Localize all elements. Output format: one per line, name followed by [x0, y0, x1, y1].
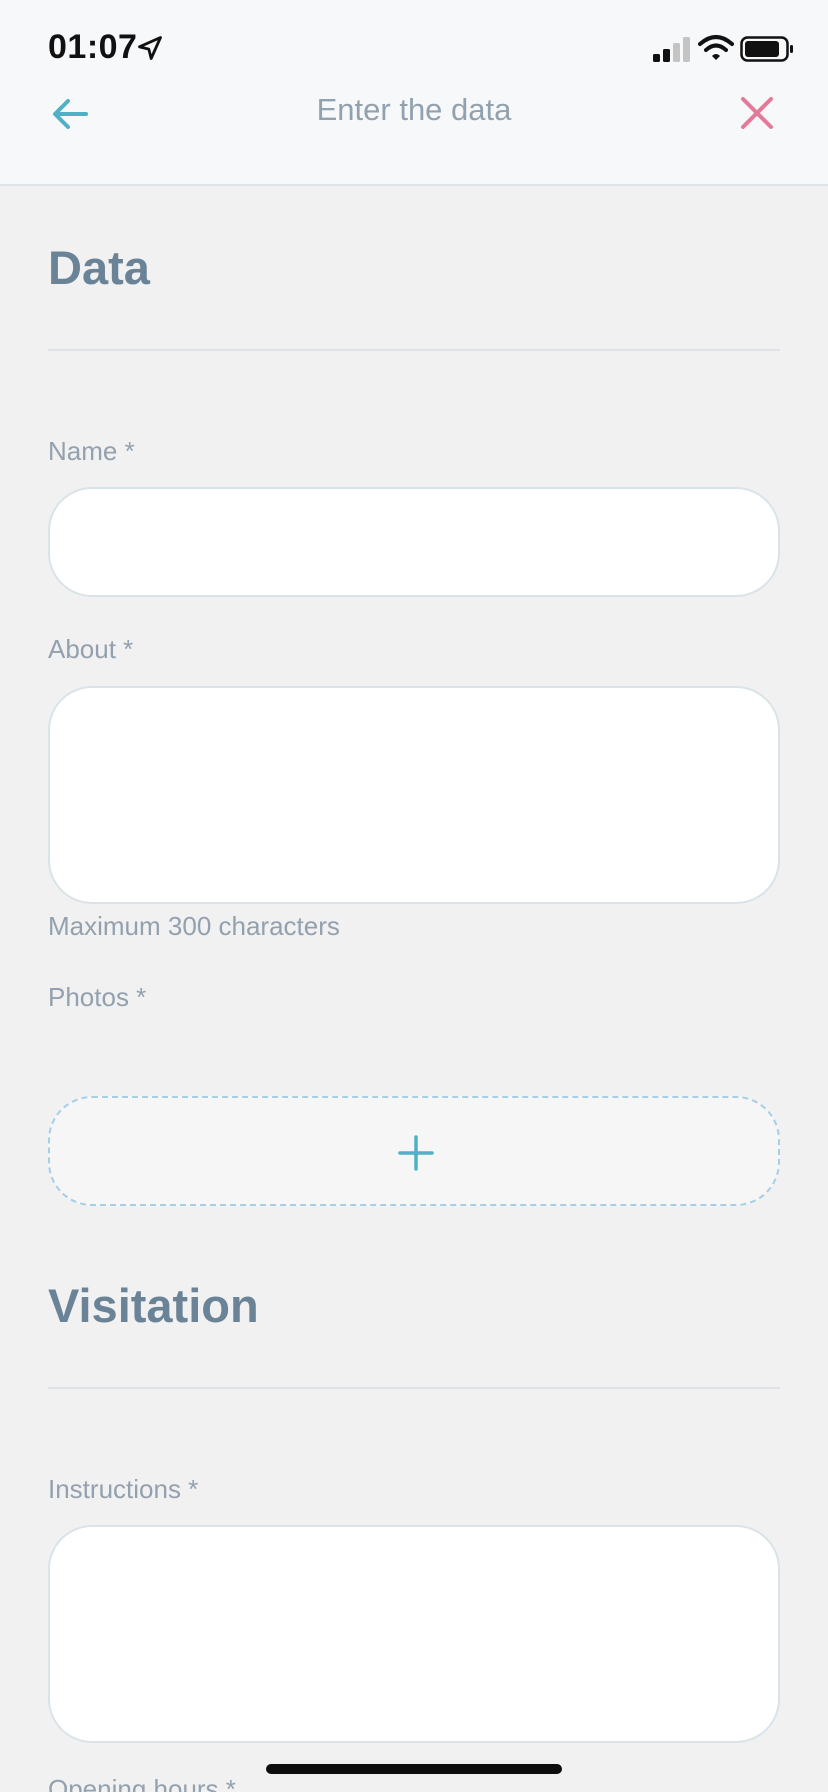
name-input[interactable] [48, 487, 780, 597]
section-title-data: Data [48, 241, 150, 294]
status-time: 01:07 [48, 28, 138, 66]
location-arrow-icon [138, 36, 162, 60]
photos-label: Photos * [48, 982, 147, 1012]
plus-icon [398, 1135, 434, 1171]
header: 01:07 Enter the data [0, 0, 828, 186]
opening-hours-label: Opening hours * [48, 1774, 236, 1792]
about-hint: Maximum 300 characters [48, 911, 340, 941]
instructions-textarea[interactable] [48, 1525, 780, 1743]
home-indicator [266, 1764, 562, 1774]
name-label: Name * [48, 436, 135, 466]
page-title: Enter the data [316, 92, 512, 127]
cellular-signal-icon [653, 37, 690, 62]
close-icon[interactable] [740, 96, 774, 130]
wifi-icon [698, 35, 734, 60]
instructions-label: Instructions * [48, 1474, 199, 1504]
battery-icon [740, 36, 793, 62]
divider [48, 349, 780, 351]
screen: 01:07 Enter the data Data Name * About *… [0, 0, 828, 1792]
about-label: About * [48, 634, 134, 664]
add-photo-button[interactable] [48, 1096, 780, 1206]
divider [48, 1387, 780, 1389]
about-textarea[interactable] [48, 686, 780, 904]
section-title-visitation: Visitation [48, 1279, 259, 1332]
